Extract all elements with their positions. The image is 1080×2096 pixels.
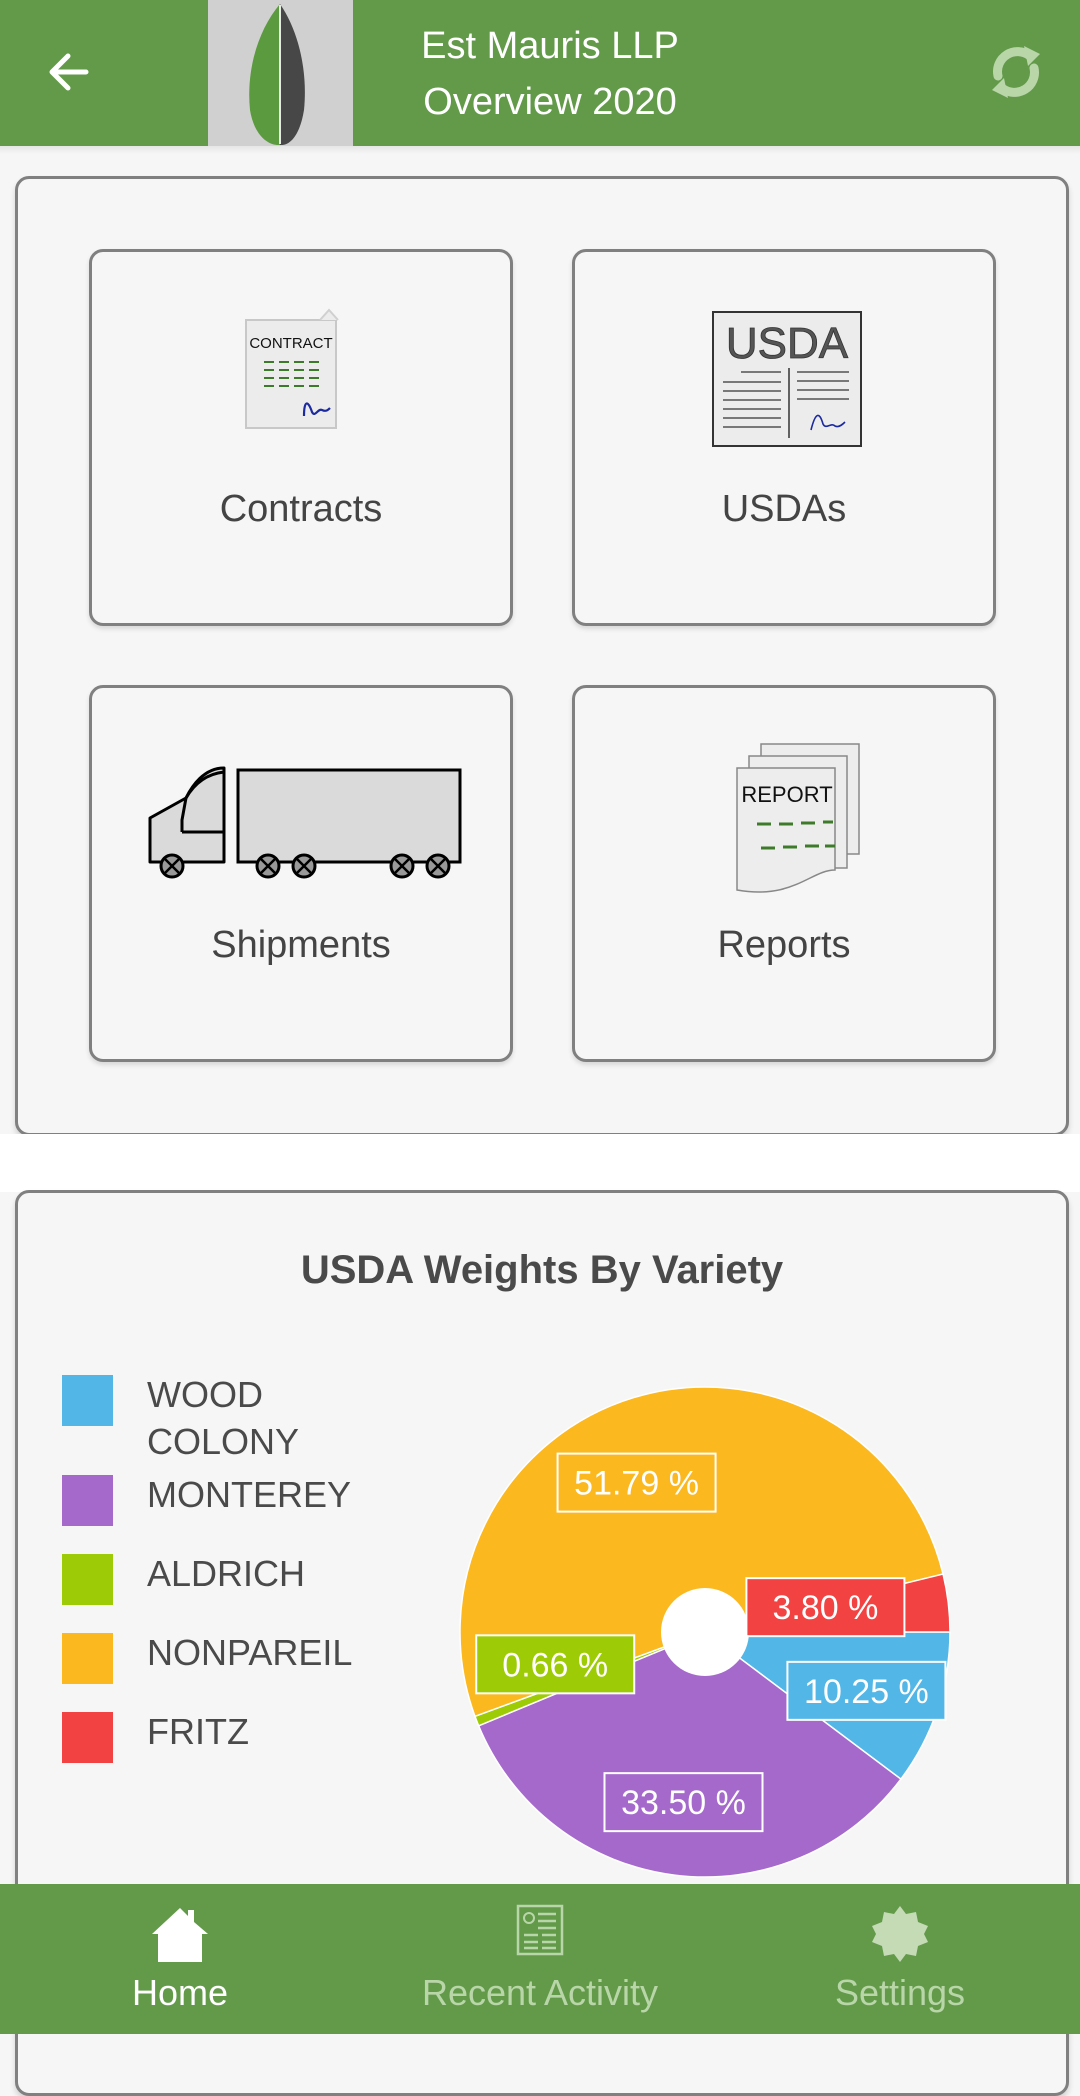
nav-home[interactable]: Home	[60, 1884, 300, 2034]
pie-data-label: 3.80 %	[745, 1577, 906, 1638]
pie-label-text: 3.80 %	[772, 1589, 878, 1627]
legend-label: NONPAREIL	[147, 1632, 353, 1673]
bottom-navigation: Home Recent Activity Settings	[0, 1884, 1080, 2034]
nav-label: Home	[131, 1972, 229, 2013]
legend-swatch	[62, 1633, 113, 1684]
almond-leaf-logo-icon	[249, 4, 305, 146]
page-title: Est Mauris LLP Overview 2020	[380, 18, 720, 130]
tile-contracts[interactable]: CONTRACT Contracts	[89, 249, 513, 626]
legend-swatch	[62, 1375, 113, 1426]
contract-document-icon: CONTRACT	[245, 308, 339, 429]
donut-hole	[661, 1588, 749, 1676]
nav-label: Settings	[834, 1972, 966, 2013]
refresh-icon	[992, 46, 1040, 98]
pie-label-text: 33.50 %	[621, 1784, 746, 1822]
donut-chart: 10.25 % 33.50 % 0.66 % 51.79 % 3.80 %	[459, 1386, 951, 1878]
legend-swatch	[62, 1475, 113, 1526]
tile-label: Contracts	[219, 488, 383, 530]
tile-usdas[interactable]: USDA USDAs	[572, 249, 996, 626]
pie-data-label: 33.50 %	[603, 1772, 764, 1833]
tile-shipments[interactable]: Shipments	[89, 685, 513, 1062]
navigation-card: CONTRACT Contracts USDA USDAs Shipments …	[15, 176, 1069, 1136]
nav-label: Recent Activity	[421, 1972, 659, 2013]
home-icon	[152, 1908, 208, 1962]
usda-icon-text: USDA	[726, 319, 849, 368]
tile-label: Reports	[717, 924, 851, 966]
report-icon-text: REPORT	[741, 782, 832, 807]
pie-label-text: 51.79 %	[574, 1465, 699, 1503]
header-shadow	[0, 146, 1080, 154]
legend-label: ALDRICH	[147, 1553, 306, 1594]
legend-swatch	[62, 1554, 113, 1605]
settings-badge-icon	[872, 1906, 928, 1962]
newspaper-icon	[516, 1904, 564, 1956]
pie-data-label: 51.79 %	[556, 1452, 717, 1513]
nav-settings[interactable]: Settings	[780, 1884, 1020, 2034]
tile-label: Shipments	[211, 924, 391, 966]
legend-label: FRITZ	[147, 1711, 249, 1752]
truck-icon	[148, 766, 462, 879]
nav-recent-activity[interactable]: Recent Activity	[400, 1884, 680, 2034]
pie-data-label: 10.25 %	[786, 1660, 947, 1721]
section-spacer	[0, 1134, 1080, 1192]
pie-data-label: 0.66 %	[475, 1634, 636, 1695]
back-button[interactable]	[40, 40, 104, 104]
legend-label: MONTEREY	[147, 1474, 352, 1515]
overview-year: Overview 2020	[423, 81, 677, 123]
tile-label: USDAs	[721, 488, 847, 530]
pie-label-text: 10.25 %	[804, 1673, 929, 1711]
report-stack-icon: REPORT	[736, 743, 860, 893]
company-name: Est Mauris LLP	[421, 25, 679, 67]
app-header: Est Mauris LLP Overview 2020	[0, 0, 1080, 146]
chart-title: USDA Weights By Variety	[300, 1248, 784, 1292]
usda-document-icon: USDA	[712, 311, 862, 447]
tile-reports[interactable]: REPORT Reports	[572, 685, 996, 1062]
contract-icon-text: CONTRACT	[249, 335, 332, 352]
refresh-button[interactable]	[980, 36, 1052, 108]
legend-swatch	[62, 1712, 113, 1763]
company-logo	[208, 0, 353, 146]
pie-label-text: 0.66 %	[502, 1646, 608, 1684]
arrow-left-icon	[49, 53, 89, 91]
legend-label: WOOD COLONY	[147, 1374, 300, 1462]
